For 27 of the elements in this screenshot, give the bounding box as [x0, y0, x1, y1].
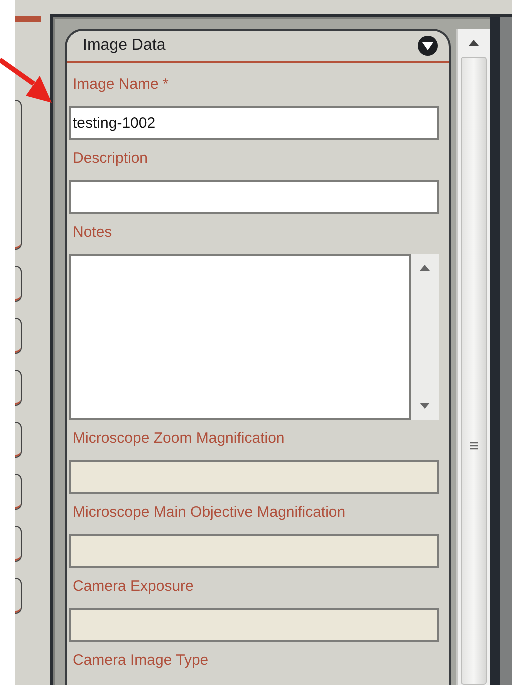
scroll-up-icon[interactable] — [468, 39, 480, 47]
notes-field[interactable] — [69, 254, 411, 420]
panel-title: Image Data — [83, 37, 166, 55]
field-label: Camera Exposure — [72, 577, 195, 597]
grip-icon — [469, 441, 479, 451]
side-tab[interactable] — [15, 526, 22, 562]
field-label: Microscope Main Objective Magnification — [72, 503, 347, 523]
scroll-down-icon[interactable] — [419, 402, 431, 410]
field-label: Image Name * — [72, 75, 170, 95]
side-tab[interactable] — [15, 100, 22, 250]
field-label: Camera Image Type — [72, 651, 210, 671]
side-tab[interactable] — [15, 474, 22, 510]
side-tab[interactable] — [15, 318, 22, 354]
field-label: Description — [72, 149, 150, 169]
collapse-icon[interactable] — [417, 35, 439, 57]
side-tab[interactable] — [15, 578, 22, 614]
input-field[interactable]: testing-1002 — [69, 106, 439, 140]
scroll-thumb[interactable] — [461, 57, 487, 685]
field-label: Microscope Zoom Magnification — [72, 429, 286, 449]
field-label: Notes — [72, 223, 114, 243]
textarea-scrollbar[interactable] — [411, 254, 439, 420]
scroll-up-icon[interactable] — [419, 264, 431, 272]
side-tab[interactable] — [15, 422, 22, 458]
scrollbar[interactable] — [456, 29, 490, 685]
side-tab[interactable] — [15, 266, 22, 302]
side-tab[interactable] — [15, 370, 22, 406]
input-field[interactable] — [69, 180, 439, 214]
